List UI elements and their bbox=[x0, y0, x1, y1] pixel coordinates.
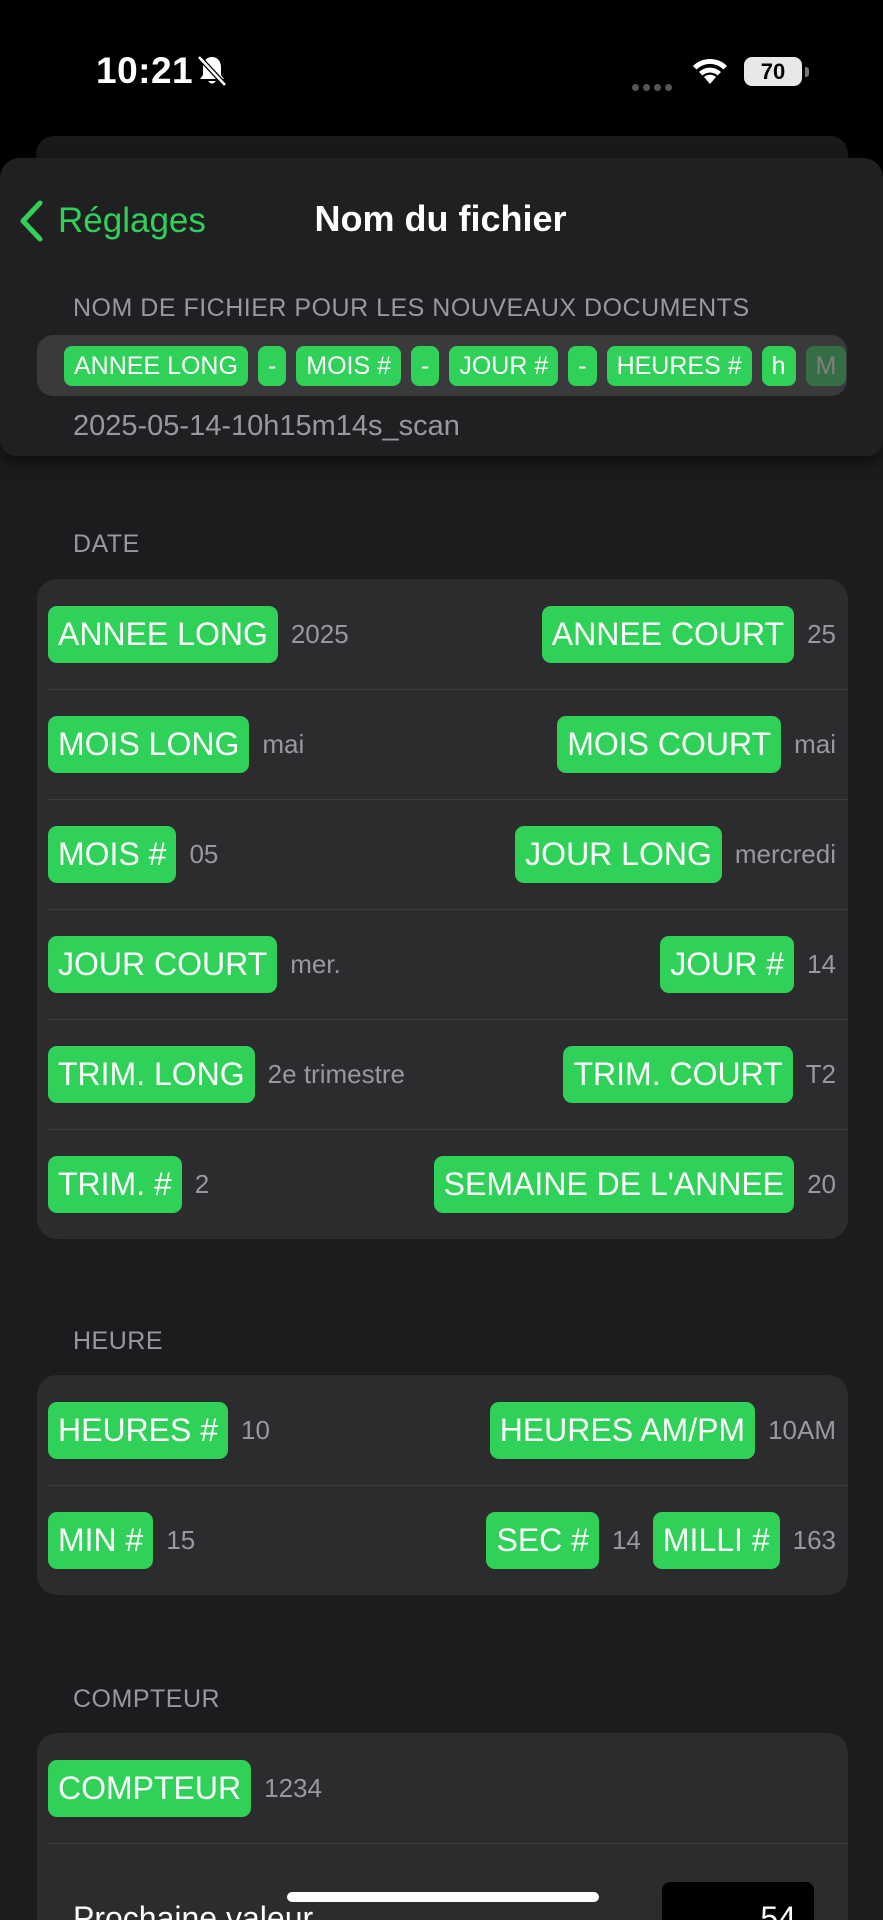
token-sample: 05 bbox=[189, 838, 219, 869]
token-sample: mercredi bbox=[734, 838, 836, 869]
token-heures-num[interactable]: HEURES # bbox=[606, 345, 752, 386]
token-row: COMPTEUR 1234 bbox=[37, 1733, 848, 1843]
milli-num-token[interactable]: MILLI # bbox=[652, 1511, 780, 1569]
status-time: 10:21 bbox=[96, 50, 194, 91]
token-sample: 10AM bbox=[768, 1414, 836, 1445]
token-sample: 1234 bbox=[264, 1772, 322, 1803]
next-value-label: Prochaine valeur bbox=[73, 1899, 314, 1920]
sec-num-token[interactable]: SEC # bbox=[486, 1511, 599, 1569]
mois-court-token[interactable]: MOIS COURT bbox=[557, 715, 782, 773]
token-sample: mai bbox=[262, 728, 305, 759]
cellular-signal-icon bbox=[632, 78, 676, 96]
trim-long-token[interactable]: TRIM. LONG bbox=[48, 1045, 255, 1103]
counter-caption: COMPTEUR bbox=[73, 1685, 221, 1713]
battery-indicator: 70 bbox=[744, 57, 809, 86]
filename-preview: 2025-05-14-10h15m14s_scan bbox=[73, 410, 460, 442]
trim-num-token[interactable]: TRIM. # bbox=[48, 1155, 182, 1213]
token-row: TRIM. # 2 SEMAINE DE L'ANNEE 20 bbox=[37, 1129, 848, 1239]
home-indicator[interactable] bbox=[287, 1892, 599, 1902]
token-sample: 25 bbox=[807, 618, 836, 649]
bell-slash-icon bbox=[197, 55, 227, 87]
token-sample: 15 bbox=[166, 1524, 196, 1555]
token-row: JOUR COURT mer. JOUR # 14 bbox=[37, 909, 848, 1019]
token-sample: 2e trimestre bbox=[267, 1058, 405, 1089]
status-bar: 10:21 70 bbox=[0, 0, 883, 140]
jour-court-token[interactable]: JOUR COURT bbox=[48, 935, 278, 993]
time-token-group: HEURES # 10 HEURES AM/PM 10AM MIN # 15 SEC … bbox=[37, 1375, 848, 1595]
token-m[interactable]: M bbox=[805, 345, 846, 386]
heures-num-token[interactable]: HEURES # bbox=[48, 1401, 229, 1459]
annee-long-token[interactable]: ANNEE LONG bbox=[48, 605, 278, 663]
next-value-row: Prochaine valeur 54 bbox=[37, 1843, 848, 1920]
next-value-input[interactable]: 54 bbox=[662, 1882, 814, 1920]
token-sample: T2 bbox=[805, 1058, 836, 1089]
token-row: TRIM. LONG 2e trimestre TRIM. COURT T2 bbox=[37, 1019, 848, 1129]
token-sample: mer. bbox=[290, 948, 341, 979]
token-sample: 20 bbox=[807, 1168, 836, 1199]
date-token-group: ANNEE LONG 2025 ANNEE COURT 25 MOIS LONG ma… bbox=[37, 579, 848, 1239]
filename-token-field[interactable]: ANNEE LONG - MOIS # - JOUR # - HEURES # … bbox=[37, 335, 847, 396]
min-num-token[interactable]: MIN # bbox=[48, 1511, 154, 1569]
nav-header: Réglages Nom du fichier NOM DE FICHIER P… bbox=[0, 158, 883, 456]
time-caption: HEURE bbox=[73, 1327, 164, 1355]
mois-num-token[interactable]: MOIS # bbox=[48, 825, 177, 883]
jour-num-token[interactable]: JOUR # bbox=[660, 935, 795, 993]
token-row: MOIS # 05 JOUR LONG mercredi bbox=[37, 799, 848, 909]
token-jour-num[interactable]: JOUR # bbox=[449, 345, 559, 386]
token-sample: 2025 bbox=[290, 618, 349, 649]
token-sample: 10 bbox=[241, 1414, 270, 1445]
token-sample: 14 bbox=[807, 948, 836, 979]
token-sample: 163 bbox=[792, 1524, 836, 1555]
token-sample: 2 bbox=[194, 1168, 210, 1199]
heures-ampm-token[interactable]: HEURES AM/PM bbox=[489, 1401, 756, 1459]
token-annee-long[interactable]: ANNEE LONG bbox=[64, 345, 248, 386]
token-separator[interactable]: - bbox=[411, 345, 440, 386]
token-separator[interactable]: - bbox=[257, 345, 287, 386]
compteur-token[interactable]: COMPTEUR bbox=[48, 1759, 252, 1817]
page-title: Nom du fichier bbox=[314, 198, 567, 239]
settings-sheet: Réglages Nom du fichier NOM DE FICHIER P… bbox=[0, 158, 883, 1920]
token-row: ANNEE LONG 2025 ANNEE COURT 25 bbox=[37, 579, 848, 689]
token-h[interactable]: h bbox=[761, 345, 796, 386]
token-mois-num[interactable]: MOIS # bbox=[296, 345, 402, 386]
annee-court-token[interactable]: ANNEE COURT bbox=[541, 605, 795, 663]
date-caption: DATE bbox=[73, 530, 140, 558]
token-row: HEURES # 10 HEURES AM/PM 10AM bbox=[37, 1375, 848, 1485]
jour-long-token[interactable]: JOUR LONG bbox=[515, 825, 722, 883]
wifi-icon bbox=[693, 58, 727, 84]
filename-caption: NOM DE FICHIER POUR LES NOUVEAUX DOCUMEN… bbox=[73, 294, 750, 322]
token-row: MIN # 15 SEC # 14 MILLI # 163 bbox=[37, 1485, 848, 1595]
mois-long-token[interactable]: MOIS LONG bbox=[48, 715, 250, 773]
token-separator[interactable]: - bbox=[568, 345, 597, 386]
trim-court-token[interactable]: TRIM. COURT bbox=[563, 1045, 793, 1103]
token-row: MOIS LONG mai MOIS COURT mai bbox=[37, 689, 848, 799]
token-sample: mai bbox=[794, 728, 836, 759]
token-sample: 14 bbox=[611, 1524, 641, 1555]
semaine-annee-token[interactable]: SEMAINE DE L'ANNEE bbox=[433, 1155, 795, 1213]
